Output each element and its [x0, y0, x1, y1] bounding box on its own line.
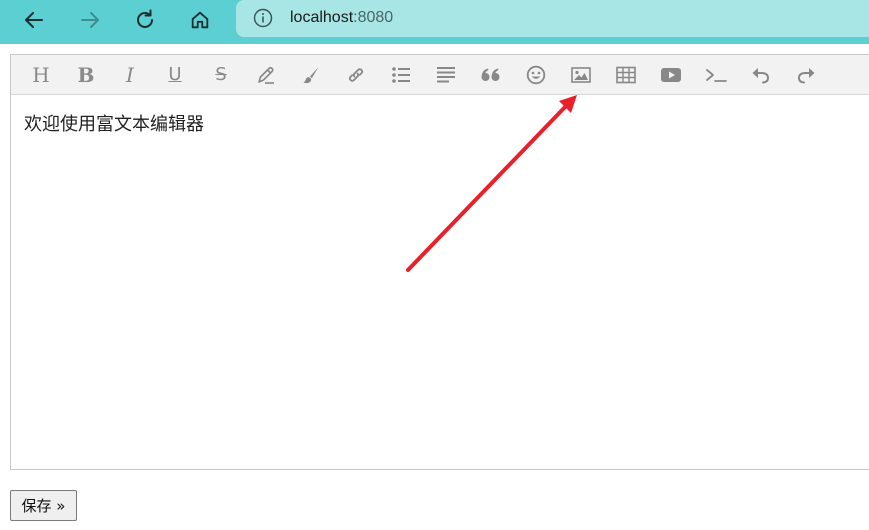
quote-button[interactable] — [477, 61, 505, 89]
align-justify-icon — [437, 67, 455, 83]
heading-button[interactable]: H — [27, 61, 55, 89]
code-icon — [706, 69, 727, 82]
underline-icon: U — [168, 64, 182, 85]
quote-icon — [481, 68, 500, 81]
heading-icon: H — [32, 63, 50, 87]
undo-icon — [752, 68, 770, 84]
underline-button[interactable]: U — [161, 61, 189, 89]
address-bar[interactable]: localhost:8080 — [236, 0, 869, 37]
bold-button[interactable]: B — [72, 61, 100, 89]
emoji-button[interactable] — [522, 61, 550, 89]
background-color-button[interactable] — [297, 61, 325, 89]
italic-icon: I — [126, 63, 134, 87]
back-button[interactable] — [14, 0, 54, 40]
insert-video-button[interactable] — [657, 61, 685, 89]
video-icon — [661, 68, 681, 82]
home-icon — [191, 11, 209, 29]
pen-icon — [258, 66, 274, 84]
editor-content-area[interactable]: 欢迎使用富文本编辑器 — [24, 113, 204, 137]
unordered-list-button[interactable] — [387, 61, 415, 89]
emoji-icon — [526, 65, 546, 85]
back-arrow-icon — [25, 12, 43, 28]
insert-image-button[interactable] — [567, 61, 595, 89]
strikethrough-button[interactable]: S — [207, 61, 235, 89]
home-button[interactable] — [180, 0, 220, 40]
reload-button[interactable] — [125, 0, 165, 40]
url-port: :8080 — [353, 9, 394, 26]
reload-icon — [137, 9, 153, 28]
rich-text-editor: H B I U S 欢迎使用富文本编辑器 — [10, 54, 869, 470]
url-host: localhost — [290, 9, 354, 26]
link-icon — [348, 68, 364, 82]
undo-button[interactable] — [747, 61, 775, 89]
table-icon — [616, 66, 636, 84]
info-icon[interactable] — [253, 8, 273, 28]
link-button[interactable] — [342, 61, 370, 89]
insert-table-button[interactable] — [612, 61, 640, 89]
italic-button[interactable]: I — [116, 61, 144, 89]
strikethrough-icon: S — [215, 64, 227, 85]
insert-code-button[interactable] — [702, 61, 730, 89]
url-text: localhost:8080 — [290, 8, 393, 28]
font-color-button[interactable] — [252, 61, 280, 89]
brush-icon — [303, 67, 319, 84]
forward-arrow-icon — [81, 12, 99, 28]
browser-toolbar: localhost:8080 — [0, 0, 869, 44]
forward-button[interactable] — [70, 0, 110, 40]
align-button[interactable] — [432, 61, 460, 89]
redo-button[interactable] — [792, 61, 820, 89]
unordered-list-icon — [392, 67, 410, 83]
editor-content-text: 欢迎使用富文本编辑器 — [24, 114, 204, 135]
editor-toolbar: H B I U S — [11, 55, 869, 95]
redo-icon — [797, 68, 815, 84]
bold-icon: B — [77, 63, 95, 87]
image-icon — [571, 67, 591, 83]
save-button[interactable]: 保存 » — [10, 490, 77, 521]
